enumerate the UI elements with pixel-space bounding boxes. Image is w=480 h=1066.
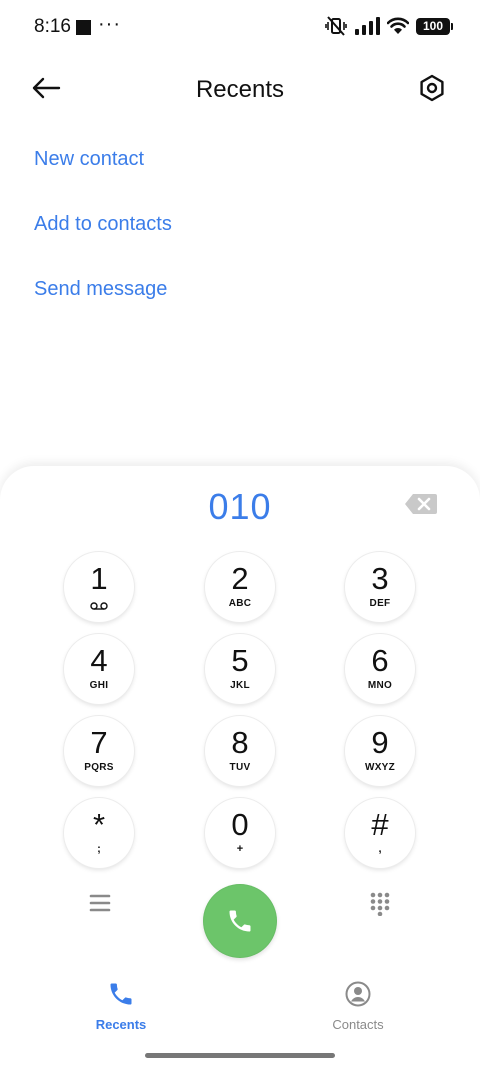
key-letters: +: [236, 843, 244, 855]
more-notifications-icon: ···: [98, 13, 121, 35]
key-8[interactable]: 8 TUV: [205, 716, 275, 786]
dialpad-panel: 010 1 2 ABC 3 DEF 4 GHI 5 JKL 6 MNO 7 PQ…: [0, 466, 480, 1066]
page-title: Recents: [195, 76, 285, 103]
wifi-icon: [387, 17, 409, 34]
menu-lines-icon: [89, 894, 111, 912]
key-2[interactable]: 2 ABC: [205, 552, 275, 622]
key-letters: ;: [97, 843, 101, 855]
bottom-nav: Recents Contacts: [0, 980, 480, 1040]
status-icons: 100: [325, 16, 453, 36]
app-header: Recents: [0, 60, 480, 120]
status-bar: 8:16 ··· 100: [0, 0, 480, 56]
key-letters: JKL: [230, 680, 250, 691]
key-letters: WXYZ: [364, 762, 396, 773]
nav-recents[interactable]: Recents: [61, 980, 181, 1032]
home-indicator[interactable]: [145, 1053, 335, 1058]
key-letters: ,: [378, 843, 382, 855]
send-message-link[interactable]: Send message: [34, 278, 167, 301]
key-digit: 8: [231, 725, 249, 760]
key-letters: ABC: [228, 598, 252, 609]
key-hash[interactable]: # ,: [345, 798, 415, 868]
nav-recents-label: Recents: [95, 1017, 147, 1032]
key-digit: 9: [371, 725, 389, 760]
backspace-button[interactable]: [404, 493, 438, 515]
key-letters: TUV: [229, 762, 251, 773]
key-star[interactable]: * ;: [64, 798, 134, 868]
phone-icon: [229, 910, 251, 932]
key-7[interactable]: 7 PQRS: [64, 716, 134, 786]
key-digit: 1: [90, 561, 108, 596]
new-contact-link[interactable]: New contact: [34, 148, 144, 171]
backspace-icon: [405, 494, 437, 514]
key-4[interactable]: 4 GHI: [64, 634, 134, 704]
key-digit: *: [92, 807, 106, 842]
key-digit: 2: [231, 561, 249, 596]
key-1[interactable]: 1: [64, 552, 134, 622]
menu-button[interactable]: [88, 893, 112, 913]
key-digit: 6: [371, 643, 389, 678]
phone-icon: [110, 983, 132, 1005]
hexagon-gear-icon: [420, 74, 444, 102]
vibrate-off-icon: [325, 16, 347, 36]
key-digit: 4: [90, 643, 108, 678]
status-time: 8:16: [34, 16, 71, 37]
key-digit: 7: [90, 725, 108, 760]
key-digit: 3: [371, 561, 389, 596]
key-3[interactable]: 3 DEF: [345, 552, 415, 622]
call-button[interactable]: [203, 884, 277, 958]
key-digit: 0: [231, 807, 249, 842]
key-letters: MNO: [367, 680, 393, 691]
key-6[interactable]: 6 MNO: [345, 634, 415, 704]
settings-button[interactable]: [416, 72, 448, 104]
key-digit: #: [371, 807, 389, 842]
nav-contacts-label: Contacts: [332, 1017, 384, 1032]
key-5[interactable]: 5 JKL: [205, 634, 275, 704]
person-circle-icon: [345, 981, 371, 1007]
voicemail-icon: [90, 602, 108, 610]
dialpad-grid-icon: [370, 892, 390, 917]
nav-contacts[interactable]: Contacts: [298, 980, 418, 1032]
key-letters: GHI: [89, 680, 109, 691]
key-digit: 5: [231, 643, 249, 678]
add-to-contacts-link[interactable]: Add to contacts: [34, 213, 172, 236]
key-letters: PQRS: [84, 762, 114, 773]
key-letters: DEF: [369, 598, 391, 609]
key-9[interactable]: 9 WXYZ: [345, 716, 415, 786]
key-0[interactable]: 0 +: [205, 798, 275, 868]
dialpad-toggle-button[interactable]: [370, 892, 390, 917]
signal-icon: [355, 17, 380, 35]
battery-icon: 100: [416, 17, 453, 35]
notification-square-icon: [76, 20, 91, 35]
